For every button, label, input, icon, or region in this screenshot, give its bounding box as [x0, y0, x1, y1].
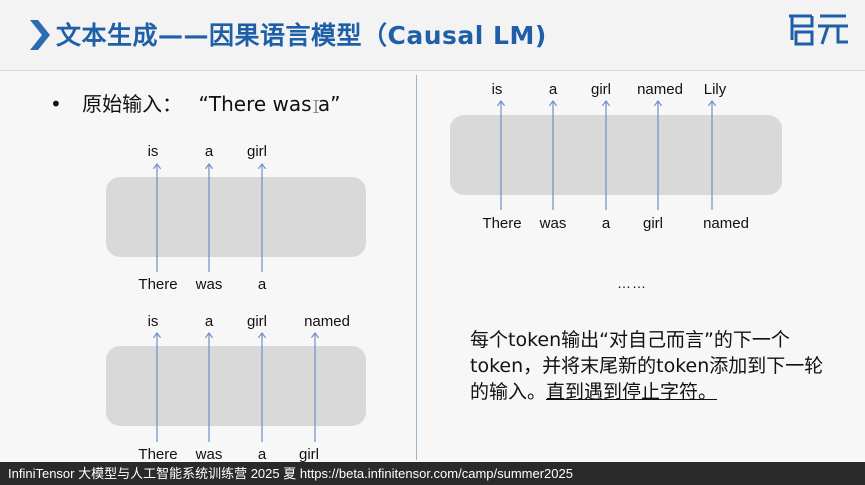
description-text: 每个token输出“对自己而言”的下一个token，并将末尾新的token添加到… — [470, 327, 830, 405]
footer-bar: InfiniTensor 大模型与人工智能系统训练营 2025 夏 https:… — [0, 462, 865, 485]
token-arrows — [0, 0, 865, 442]
description-underlined: 直到遇到停止字符。 — [546, 381, 718, 403]
ellipsis: …… — [617, 275, 647, 291]
